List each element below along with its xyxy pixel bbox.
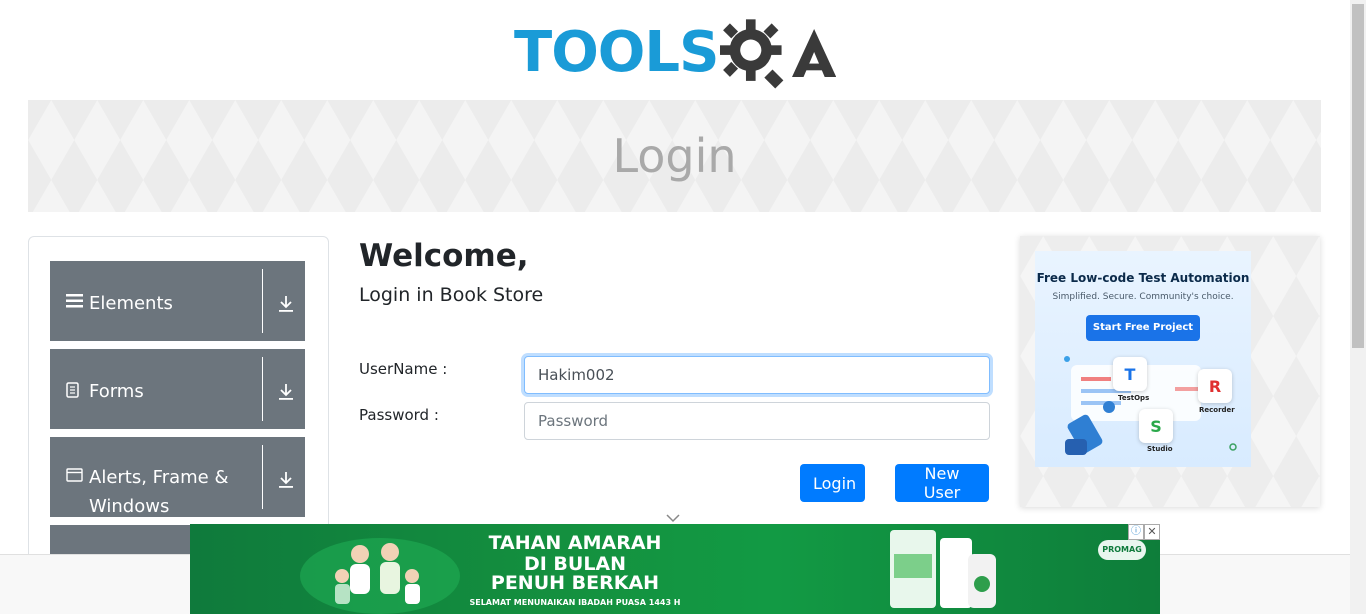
divider	[262, 269, 263, 333]
tool-label: Recorder	[1199, 406, 1235, 414]
sidebar-group-label: Forms	[89, 381, 144, 402]
tool-label: Studio	[1147, 445, 1173, 453]
password-input[interactable]	[524, 402, 990, 440]
download-arrow-icon[interactable]	[278, 471, 294, 493]
recorder-icon: R	[1198, 369, 1232, 403]
sidebar-group-elements[interactable]: Elements	[50, 261, 305, 341]
username-label: UserName :	[359, 360, 448, 378]
sidebar-group-label: Alerts, Frame & Windows	[89, 467, 229, 517]
hamburger-icon	[66, 294, 84, 313]
login-button[interactable]: Login	[800, 464, 865, 502]
page-title: Login	[612, 129, 737, 183]
testops-icon: T	[1113, 357, 1147, 391]
page-scrollbar[interactable]	[1350, 0, 1366, 614]
ad-line-3: PENUH BERKAH	[490, 572, 660, 594]
username-input[interactable]	[524, 356, 990, 394]
studio-icon: S	[1139, 409, 1173, 443]
ad-illustration: T TestOps R Recorder S Studio	[1035, 347, 1251, 467]
sidebar-group-label: Elements	[89, 293, 173, 314]
ad-start-button[interactable]: Start Free Project	[1086, 315, 1200, 341]
document-icon	[66, 382, 84, 403]
page: TOOLS Login Elements Forms Alerts, Frame…	[0, 0, 1366, 614]
welcome-heading: Welcome,	[359, 238, 529, 274]
download-arrow-icon[interactable]	[278, 295, 294, 317]
ad-subtitle: Simplified. Secure. Community's choice.	[1052, 292, 1234, 302]
ad-line-4: SELAMAT MENUNAIKAN IBADAH PUASA 1443 H	[469, 598, 681, 607]
scrollbar-thumb[interactable]	[1352, 4, 1364, 348]
ad-info-icon[interactable]: ⓘ	[1128, 524, 1144, 540]
tool-label: TestOps	[1118, 394, 1150, 402]
window-icon	[66, 468, 84, 487]
download-arrow-icon[interactable]	[278, 383, 294, 405]
new-user-button[interactable]: New User	[895, 464, 989, 502]
ad-title: Free Low-code Test Automation	[1036, 271, 1250, 285]
ad-close-icon[interactable]: ✕	[1144, 524, 1160, 540]
sidebar-group-forms[interactable]: Forms	[50, 349, 305, 429]
login-subtitle: Login in Book Store	[359, 284, 544, 306]
sidebar-group-alerts-frame-windows[interactable]: Alerts, Frame & Windows	[50, 437, 305, 517]
bottom-ad[interactable]: TAHAN AMARAH DI BULAN PENUH BERKAH SELAM…	[190, 524, 1160, 614]
logo-tools-text: TOOLS	[514, 20, 719, 85]
password-label: Password :	[359, 406, 439, 424]
ad-line-1: TAHAN AMARAH	[488, 532, 662, 554]
page-banner: Login	[28, 100, 1321, 212]
toolsqa-logo[interactable]: TOOLS	[514, 14, 838, 92]
divider	[262, 445, 263, 509]
logo-a-mark	[791, 28, 836, 78]
ad-product-illustration	[890, 530, 996, 608]
gear-icon	[720, 19, 784, 89]
side-ad[interactable]: Free Low-code Test Automation Simplified…	[1035, 251, 1251, 467]
ad-brand-logo: PROMAG	[1098, 540, 1146, 560]
sidebar: Elements Forms Alerts, Frame & Windows	[28, 236, 329, 605]
side-ad-container: Free Low-code Test Automation Simplified…	[1020, 236, 1320, 507]
divider	[262, 357, 263, 421]
